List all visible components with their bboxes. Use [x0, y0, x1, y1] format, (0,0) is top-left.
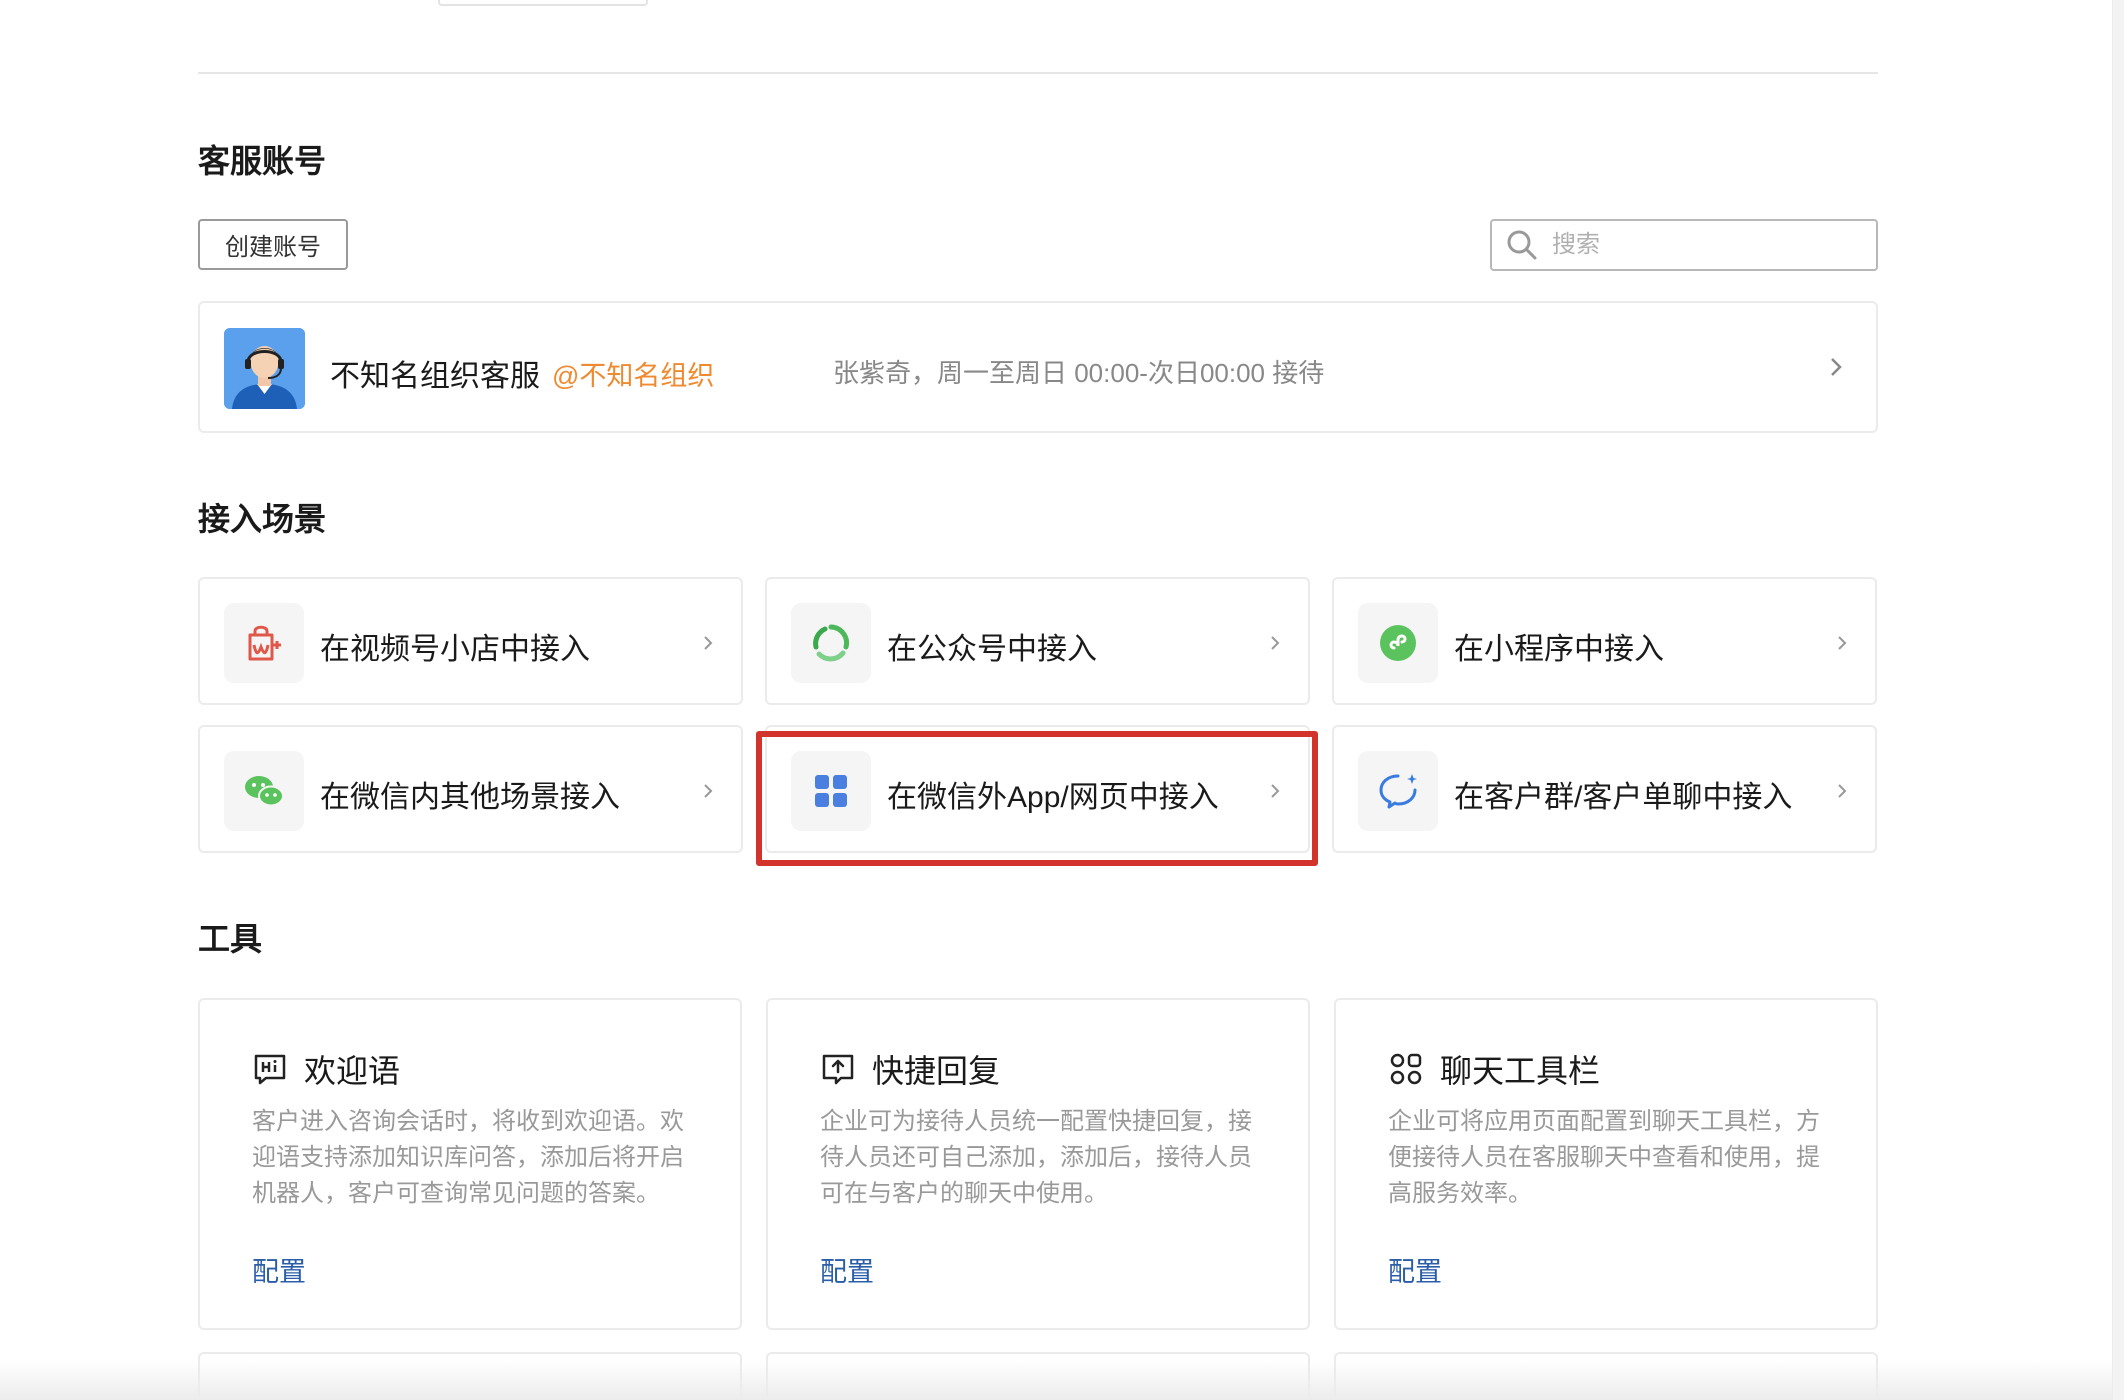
- chevron-right-icon: [704, 784, 713, 798]
- tool-title: 快捷回复: [872, 1053, 1001, 1089]
- bottom-edge-shadow: [0, 1360, 2112, 1400]
- chevron-right-icon: [704, 636, 713, 650]
- tool-card-chat-toolbar: 聊天工具栏 企业可将应用页面配置到聊天工具栏，方便接待人员在客服聊天中查看和使用…: [1334, 998, 1878, 1330]
- tool-card-quick-reply: 快捷回复 企业可为接待人员统一配置快捷回复，接待人员还可自己添加，添加后，接待人…: [766, 998, 1310, 1330]
- configure-link[interactable]: 配置: [252, 1250, 306, 1289]
- tool-header: 聊天工具栏: [1388, 1046, 1600, 1092]
- scene-channels-shop[interactable]: 在视频号小店中接入: [198, 577, 743, 705]
- tool-description: 企业可将应用页面配置到聊天工具栏，方便接待人员在客服聊天中查看和使用，提高服务效…: [1388, 1108, 1820, 1207]
- tool-title: 聊天工具栏: [1440, 1053, 1601, 1089]
- quick-reply-icon: [822, 1054, 854, 1085]
- divider: [198, 72, 1878, 74]
- customer-service-agent-icon: [224, 328, 305, 409]
- app-grid-icon: [815, 775, 847, 807]
- scene-label: 在视频号小店中接入: [320, 633, 590, 666]
- search-box[interactable]: [1490, 219, 1878, 271]
- icon-tile: [791, 751, 871, 831]
- chevron-right-icon: [1271, 636, 1280, 650]
- scene-mini-program[interactable]: 在小程序中接入: [1332, 577, 1877, 705]
- scene-wechat-other[interactable]: 在微信内其他场景接入: [198, 725, 743, 853]
- account-org-tag: @不知名组织: [552, 361, 715, 391]
- chevron-right-icon: [1838, 784, 1847, 798]
- scene-label: 在客户群/客户单聊中接入: [1454, 781, 1793, 814]
- scene-official-account[interactable]: 在公众号中接入: [765, 577, 1310, 705]
- icon-tile: [224, 603, 304, 683]
- account-name: 不知名组织客服: [330, 360, 540, 393]
- account-row[interactable]: 不知名组织客服 @不知名组织 张紫奇，周一至周日 00:00-次日00:00 接…: [198, 301, 1878, 433]
- chevron-right-icon: [1831, 358, 1842, 376]
- toolbar-grid-icon: [1390, 1053, 1422, 1085]
- configure-link[interactable]: 配置: [820, 1250, 874, 1289]
- icon-tile: [791, 603, 871, 683]
- section-title-scenes: 接入场景: [198, 501, 327, 537]
- hi-message-icon: [254, 1054, 286, 1085]
- chat-bubble-icon: [1379, 774, 1417, 809]
- scrollbar[interactable]: [2112, 0, 2124, 1400]
- scene-external-app-web[interactable]: 在微信外App/网页中接入: [765, 725, 1310, 853]
- tool-description: 客户进入咨询会话时，将收到欢迎语。欢迎语支持添加知识库问答，添加后将开启机器人，…: [252, 1108, 684, 1207]
- create-account-button[interactable]: 创建账号: [198, 219, 348, 270]
- tool-header: 快捷回复: [820, 1046, 1000, 1092]
- mini-program-icon: [1380, 625, 1416, 661]
- scene-label: 在小程序中接入: [1454, 633, 1664, 666]
- search-input[interactable]: [1552, 231, 1852, 259]
- configure-link[interactable]: 配置: [1388, 1250, 1442, 1289]
- official-account-icon: [813, 624, 849, 662]
- wechat-icon: [245, 776, 284, 807]
- tool-card-welcome: 欢迎语 客户进入咨询会话时，将收到欢迎语。欢迎语支持添加知识库问答，添加后将开启…: [198, 998, 742, 1330]
- account-schedule: 张紫奇，周一至周日 00:00-次日00:00 接待: [833, 358, 1325, 388]
- shop-bag-icon: [248, 625, 281, 661]
- section-title-tools: 工具: [198, 921, 263, 957]
- truncated-top-field: [438, 0, 648, 6]
- tool-title: 欢迎语: [304, 1053, 401, 1089]
- search-icon: [1507, 230, 1537, 260]
- icon-tile: [1358, 603, 1438, 683]
- tool-description: 企业可为接待人员统一配置快捷回复，接待人员还可自己添加，添加后，接待人员可在与客…: [820, 1108, 1252, 1207]
- agent-avatar: [224, 328, 305, 409]
- scene-label: 在微信内其他场景接入: [320, 781, 620, 814]
- section-title-accounts: 客服账号: [198, 143, 327, 179]
- scene-customer-group-chat[interactable]: 在客户群/客户单聊中接入: [1332, 725, 1877, 853]
- icon-tile: [224, 751, 304, 831]
- chevron-right-icon: [1838, 636, 1847, 650]
- scene-label: 在微信外App/网页中接入: [887, 781, 1219, 814]
- scene-label: 在公众号中接入: [887, 633, 1097, 666]
- chevron-right-icon: [1271, 784, 1280, 798]
- icon-tile: [1358, 751, 1438, 831]
- tool-header: 欢迎语: [252, 1046, 400, 1092]
